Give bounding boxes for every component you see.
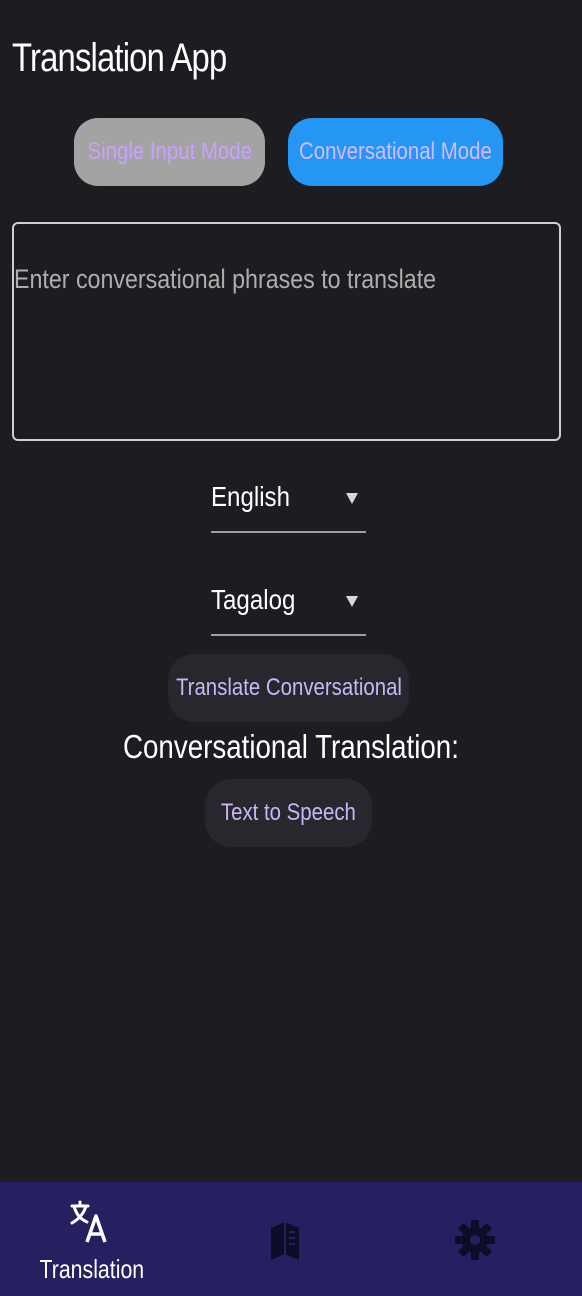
bottom-navigation-bar: Translation	[0, 1182, 582, 1296]
target-language-dropdown[interactable]: Tagalog	[211, 578, 366, 636]
nav-item-translation[interactable]: Translation	[0, 1182, 194, 1296]
single-input-mode-button[interactable]: Single Input Mode	[74, 118, 265, 186]
target-language-value: Tagalog	[211, 584, 296, 615]
translate-conversational-label: Translate Conversational	[175, 674, 402, 701]
dropdown-arrow-icon	[346, 596, 358, 607]
conversational-mode-label: Conversational Mode	[299, 138, 492, 165]
phrase-input[interactable]	[14, 224, 559, 439]
phrase-input-container	[12, 222, 561, 441]
text-to-speech-button[interactable]: Text to Speech	[205, 779, 372, 847]
dropdown-arrow-icon	[346, 493, 358, 504]
translate-conversational-button[interactable]: Translate Conversational	[168, 654, 409, 722]
conversational-mode-button[interactable]: Conversational Mode	[288, 118, 503, 186]
source-language-value: English	[211, 481, 290, 512]
app-title: Translation App	[12, 36, 227, 80]
text-to-speech-label: Text to Speech	[221, 799, 356, 826]
nav-label-translation: Translation	[39, 1254, 144, 1284]
translate-icon	[70, 1200, 107, 1243]
gear-icon	[455, 1220, 495, 1260]
single-input-mode-label: Single Input Mode	[87, 138, 252, 165]
translation-result-heading-text: Conversational Translation:	[123, 728, 459, 765]
translation-result-heading: Conversational Translation:	[0, 728, 582, 766]
nav-item-dictionary[interactable]	[194, 1182, 388, 1296]
source-language-dropdown[interactable]: English	[211, 475, 366, 533]
book-icon	[271, 1222, 299, 1260]
nav-item-settings[interactable]	[388, 1182, 582, 1296]
